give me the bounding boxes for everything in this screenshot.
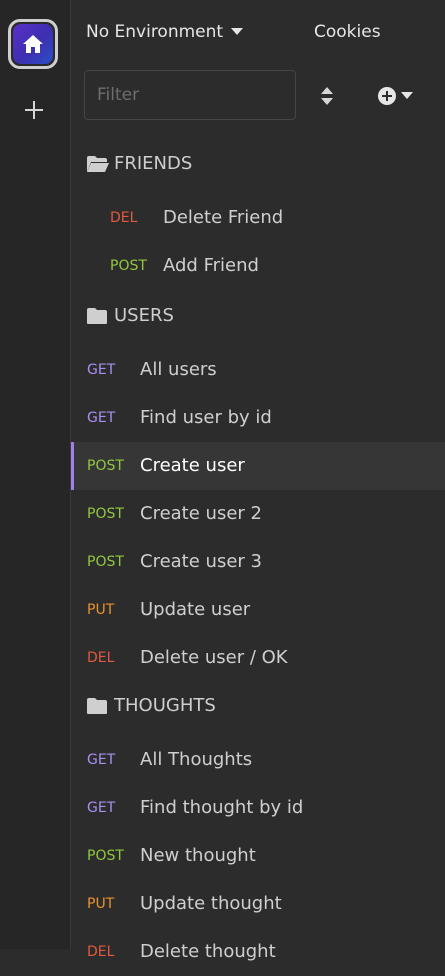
plus-icon: [25, 101, 43, 119]
method-badge: DEL: [110, 210, 138, 226]
home-icon: [13, 24, 53, 64]
request-item[interactable]: PUT Update user: [71, 586, 445, 634]
caret-down-icon: [401, 92, 413, 99]
method-badge: POST: [87, 848, 124, 864]
folder-friends[interactable]: FRIENDS: [71, 142, 445, 186]
method-badge: GET: [87, 410, 116, 426]
folder-users[interactable]: USERS: [71, 294, 445, 338]
method-badge: PUT: [87, 602, 115, 618]
request-name: Delete Friend: [163, 207, 284, 228]
method-badge: GET: [87, 752, 116, 768]
folder-open-icon: [87, 156, 109, 172]
workspace-rail: [0, 0, 71, 949]
request-name: Delete user / OK: [140, 647, 288, 668]
method-badge: POST: [87, 458, 124, 474]
request-item[interactable]: GET All users: [71, 346, 445, 394]
caret-down-icon: [231, 28, 244, 35]
request-name: Find user by id: [140, 407, 272, 428]
request-name: Update thought: [140, 893, 282, 914]
request-item[interactable]: DEL Delete thought: [71, 928, 445, 976]
request-name: Create user 2: [140, 503, 262, 524]
method-badge: GET: [87, 362, 116, 378]
filter-input[interactable]: [84, 70, 296, 120]
request-item[interactable]: GET Find user by id: [71, 394, 445, 442]
request-item[interactable]: POST Create user 3: [71, 538, 445, 586]
sort-icon: [321, 87, 333, 105]
cookies-button[interactable]: Cookies: [314, 18, 381, 46]
folder-label: FRIENDS: [114, 153, 193, 174]
request-item[interactable]: POST New thought: [71, 832, 445, 880]
sort-button[interactable]: [315, 82, 339, 110]
request-item[interactable]: PUT Update thought: [71, 880, 445, 928]
folder-label: THOUGHTS: [114, 695, 216, 716]
method-badge: DEL: [87, 944, 115, 960]
request-item[interactable]: POST Add Friend: [71, 242, 445, 290]
request-name: All users: [140, 359, 217, 380]
method-badge: GET: [87, 800, 116, 816]
request-item[interactable]: GET All Thoughts: [71, 736, 445, 784]
folder-label: USERS: [114, 305, 174, 326]
add-workspace-button[interactable]: [18, 94, 50, 126]
request-name: Find thought by id: [140, 797, 304, 818]
request-item[interactable]: GET Find thought by id: [71, 784, 445, 832]
request-name: Update user: [140, 599, 251, 620]
request-name: All Thoughts: [140, 749, 253, 770]
request-item[interactable]: POST Create user: [71, 442, 445, 490]
request-name: Add Friend: [163, 255, 259, 276]
method-badge: POST: [87, 506, 124, 522]
request-item[interactable]: DEL Delete Friend: [71, 194, 445, 242]
request-name: Delete thought: [140, 941, 276, 962]
request-item[interactable]: DEL Delete user / OK: [71, 634, 445, 682]
request-name: New thought: [140, 845, 256, 866]
folder-thoughts[interactable]: THOUGHTS: [71, 684, 445, 728]
request-sidebar: No Environment Cookies FRIENDS DEL Delete …: [71, 0, 445, 962]
home-button[interactable]: [8, 19, 58, 69]
create-request-button[interactable]: [377, 82, 423, 110]
method-badge: POST: [110, 258, 147, 274]
method-badge: DEL: [87, 650, 115, 666]
circle-plus-icon: [378, 87, 396, 105]
method-badge: POST: [87, 554, 124, 570]
request-item[interactable]: POST Create user 2: [71, 490, 445, 538]
request-name: Create user: [140, 455, 245, 476]
environment-label: No Environment: [86, 22, 224, 42]
method-badge: PUT: [87, 896, 115, 912]
environment-dropdown[interactable]: No Environment: [86, 18, 244, 46]
folder-icon: [87, 308, 107, 324]
request-name: Create user 3: [140, 551, 262, 572]
folder-icon: [87, 698, 107, 714]
